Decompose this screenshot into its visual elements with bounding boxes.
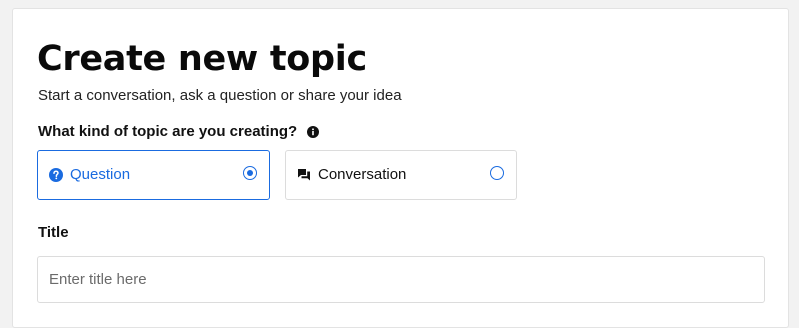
question-circle-icon [49, 168, 63, 182]
question-radio[interactable] [243, 166, 257, 180]
topic-type-option-conversation[interactable]: Conversation [285, 150, 517, 200]
title-field-label: Title [38, 224, 69, 241]
option-question-label: Question [70, 166, 131, 183]
create-topic-card: Create new topic Start a conversation, a… [12, 8, 789, 328]
page-title: Create new topic [37, 39, 367, 79]
topic-type-label: What kind of topic are you creating? [38, 123, 298, 140]
chat-bubbles-icon [298, 169, 310, 181]
topic-type-label-row: What kind of topic are you creating? [38, 123, 320, 141]
topic-type-option-question[interactable]: Question [37, 150, 270, 200]
conversation-radio[interactable] [490, 166, 504, 180]
option-conversation-label: Conversation [318, 166, 407, 183]
title-input[interactable] [37, 256, 765, 303]
info-icon[interactable] [307, 126, 320, 138]
page-subtitle: Start a conversation, ask a question or … [38, 87, 402, 104]
